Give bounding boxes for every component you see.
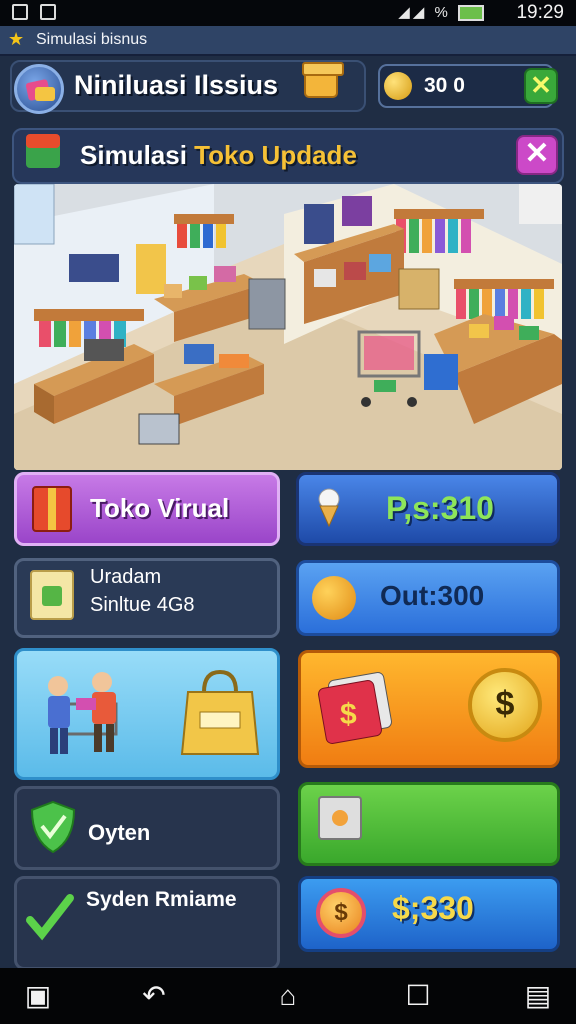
out-value-label: Out:300	[380, 580, 485, 611]
update-info-line1: Uradam	[90, 566, 162, 588]
ice-cream-icon	[318, 488, 340, 528]
signal-icon: ◢◢	[398, 4, 428, 21]
update-info-line2: Sinltue 4G8	[90, 594, 195, 616]
status-icons: ◢◢ %	[398, 3, 484, 22]
status-bar: ◢◢ % 19:29	[0, 0, 576, 26]
gold-coin-icon: $	[468, 668, 542, 742]
shield-check-icon	[30, 800, 76, 854]
store-box-icon	[26, 134, 60, 168]
status-time: 19:29	[516, 2, 564, 23]
gift-box-icon[interactable]	[302, 62, 344, 98]
home-icon[interactable]: ⌂	[270, 978, 306, 1014]
svg-text:$: $	[340, 698, 357, 731]
screenshot-icon[interactable]: ▣	[20, 978, 56, 1014]
dollar-coin-icon: $	[316, 888, 366, 938]
system-label: Syden Rmiame	[86, 888, 237, 911]
recents-icon[interactable]: ☐	[400, 978, 436, 1014]
banner-title-part1: Simulasi	[80, 140, 195, 170]
banner-title-highlight: Toko Updade	[194, 140, 357, 170]
money-label: $;330	[392, 890, 474, 926]
ball-coin-icon	[312, 576, 356, 620]
page-title: Niniluasi Ilssius	[74, 70, 279, 100]
store-scene-illustration	[14, 184, 562, 470]
gallery-icon	[40, 4, 56, 20]
close-button[interactable]: ✕	[524, 68, 558, 104]
app-title-bar: ★ Simulasi bisnus	[0, 26, 576, 56]
checklist-bag-icon	[30, 570, 74, 620]
banner-close-button[interactable]: ✕	[516, 135, 558, 175]
menu-icon[interactable]: ▤	[520, 978, 556, 1014]
back-icon[interactable]: ↶	[136, 978, 172, 1014]
banner-title: Simulasi Toko Updade	[80, 140, 357, 171]
toko-virtual-label: Toko Virual	[90, 493, 230, 523]
coin-value: 30 0	[424, 74, 465, 97]
app-title: Simulasi bisnus	[36, 31, 148, 48]
money-card-icon: $	[318, 672, 392, 744]
pen-check-icon	[26, 894, 74, 941]
image-icon	[12, 4, 28, 20]
shopping-bag-icon	[32, 486, 72, 532]
option-label: Oyten	[88, 820, 151, 845]
ps-value-label: P,s:310	[386, 490, 494, 526]
battery-icon	[458, 5, 484, 22]
shop-logo-icon[interactable]	[14, 64, 64, 114]
shopping-bag-icon	[180, 669, 260, 755]
lock-box-icon	[318, 796, 362, 840]
coin-icon	[384, 72, 412, 100]
store-interior-image	[14, 184, 562, 470]
shoppers-icon	[48, 672, 118, 754]
battery-label: %	[434, 4, 451, 21]
star-icon: ★	[8, 29, 25, 49]
